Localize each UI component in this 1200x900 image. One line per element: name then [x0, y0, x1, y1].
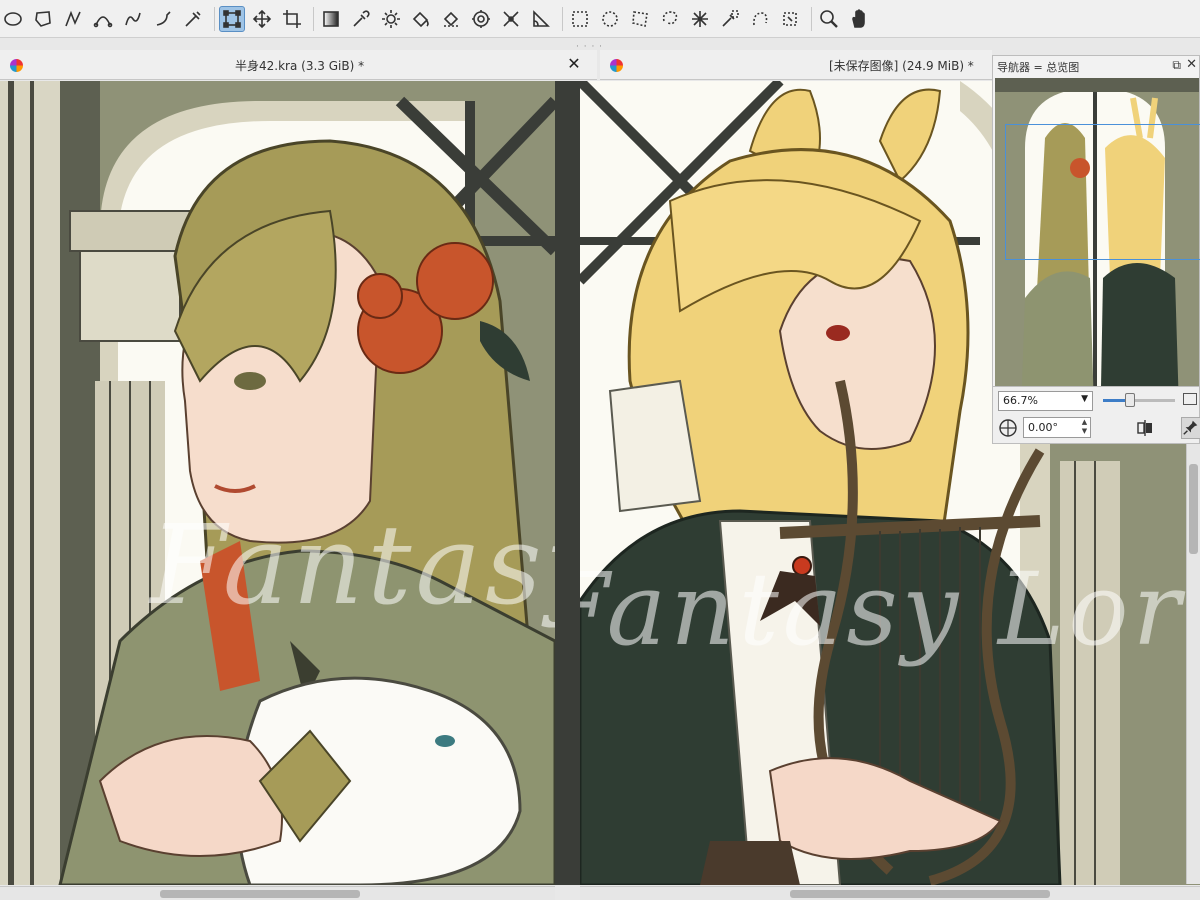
zoom-level-value: 66.7%	[1003, 394, 1038, 407]
toolbar-separator	[214, 6, 215, 31]
crop-tool-button[interactable]	[279, 6, 305, 32]
ellipse-tool-button[interactable]	[0, 6, 26, 32]
krita-logo-icon	[10, 59, 23, 72]
assistant-tool-button[interactable]	[468, 6, 494, 32]
magnetic-selection-button[interactable]	[777, 6, 803, 32]
similar-color-selection-icon	[722, 9, 739, 27]
freehand-path-tool-icon	[125, 12, 141, 25]
fill-tool-button[interactable]	[408, 6, 434, 32]
dynamic-brush-tool-icon	[156, 10, 171, 26]
multibrush-tool-button[interactable]	[180, 6, 206, 32]
measure-tool-button[interactable]	[498, 6, 524, 32]
navigator-docker: 导航器 = 总览图 ⧉ ✕	[992, 55, 1200, 443]
enclosed-fill-tool-button[interactable]	[438, 6, 464, 32]
toolbar-separator	[811, 6, 812, 31]
toolbar-separator	[562, 6, 563, 31]
scrollbar-thumb[interactable]	[1189, 464, 1198, 554]
zoom-level-select[interactable]: 66.7% ▼	[998, 391, 1093, 411]
zoom-tool-icon	[820, 9, 838, 28]
canvas-left[interactable]: Fantasy Lore	[0, 81, 555, 885]
rotation-icon	[999, 419, 1017, 437]
dynamic-brush-tool-button[interactable]	[150, 6, 176, 32]
crop-tool-icon	[283, 9, 301, 28]
zoom-slider[interactable]	[1103, 393, 1175, 407]
polygon-tool-icon	[35, 10, 51, 27]
ellipse-tool-icon	[4, 11, 22, 26]
similar-color-selection-button[interactable]	[717, 6, 743, 32]
smart-patch-tool-icon	[382, 9, 400, 28]
pan-tool-button[interactable]	[846, 6, 872, 32]
freehand-selection-icon	[662, 10, 678, 24]
gradient-tool-icon	[323, 10, 339, 27]
zoom-tool-button[interactable]	[816, 6, 842, 32]
elliptical-selection-icon	[602, 10, 618, 27]
transform-tool-icon	[223, 9, 241, 28]
contiguous-selection-button[interactable]	[687, 6, 713, 32]
bezier-curve-tool-icon	[93, 15, 113, 27]
polygonal-selection-button[interactable]	[627, 6, 653, 32]
fill-tool-icon	[412, 11, 429, 27]
enclosed-fill-tool-icon	[443, 11, 459, 27]
pan-tool-icon	[852, 8, 865, 28]
document-tab-left[interactable]: 半身42.kra (3.3 GiB) * ✕	[0, 50, 597, 80]
horizontal-scrollbar-right[interactable]	[580, 886, 1200, 900]
bezier-selection-icon	[753, 11, 768, 25]
zoom-slider-handle[interactable]	[1125, 393, 1136, 407]
assistant-tool-icon	[472, 9, 490, 28]
close-docker-button[interactable]: ✕	[1186, 57, 1197, 72]
freehand-path-tool-button[interactable]	[120, 6, 146, 32]
magnetic-selection-icon	[783, 11, 797, 26]
document-tab-title: 半身42.kra (3.3 GiB) *	[235, 59, 365, 73]
color-picker-tool-button[interactable]	[348, 6, 374, 32]
watermark-text-right: Fantasy Lore	[580, 551, 1200, 668]
chevron-down-icon: ▼	[1081, 394, 1088, 404]
color-picker-tool-icon	[353, 9, 370, 27]
measure-tool-icon	[503, 10, 519, 27]
artwork-left	[0, 81, 555, 885]
rectangular-selection-button[interactable]	[567, 6, 593, 32]
rectangular-selection-icon	[572, 10, 588, 27]
polygon-tool-button[interactable]	[30, 6, 56, 32]
krita-logo-icon	[610, 59, 623, 72]
bezier-selection-button[interactable]	[747, 6, 773, 32]
reference-pin-icon	[533, 9, 550, 27]
rotation-spinbox-arrows[interactable]: ▲ ▼	[1079, 418, 1090, 437]
navigator-viewport-rect[interactable]	[1005, 124, 1200, 260]
contiguous-selection-icon	[692, 10, 708, 27]
move-tool-icon	[252, 9, 272, 28]
bezier-curve-tool-button[interactable]	[90, 6, 116, 32]
fit-to-view-icon[interactable]	[1183, 393, 1197, 405]
smart-patch-tool-button[interactable]	[378, 6, 404, 32]
mirror-view-icon[interactable]	[1136, 419, 1154, 437]
navigator-title: 导航器 = 总览图	[997, 61, 1080, 74]
toolbox-bar	[0, 0, 1200, 38]
vertical-scrollbar[interactable]	[1186, 444, 1200, 884]
document-tab-right[interactable]: [未保存图像] (24.9 MiB) *	[600, 50, 992, 80]
close-tab-button[interactable]: ✕	[565, 55, 583, 73]
document-tab-title: [未保存图像] (24.9 MiB) *	[829, 59, 974, 73]
watermark-text: Fantasy Lore	[150, 501, 555, 629]
move-tool-button[interactable]	[249, 6, 275, 32]
transform-tool-button[interactable]	[219, 5, 245, 32]
view-divider	[555, 81, 580, 885]
scrollbar-thumb[interactable]	[160, 890, 360, 898]
navigator-controls: 66.7% ▼ 0.00° ▲ ▼	[992, 386, 1200, 444]
toolbar-separator	[313, 6, 314, 31]
scrollbar-thumb[interactable]	[790, 890, 1050, 898]
float-docker-button[interactable]: ⧉	[1172, 58, 1181, 73]
elliptical-selection-button[interactable]	[597, 6, 623, 32]
polygonal-selection-icon	[632, 10, 648, 27]
polyline-tool-icon	[65, 10, 81, 26]
polyline-tool-button[interactable]	[60, 6, 86, 32]
horizontal-scrollbar-left[interactable]	[0, 886, 555, 900]
multibrush-tool-icon	[185, 10, 201, 27]
gradient-tool-button[interactable]	[318, 6, 344, 32]
pin-icon[interactable]	[1181, 417, 1200, 439]
reference-pin-button[interactable]	[528, 6, 554, 32]
freehand-selection-button[interactable]	[657, 6, 683, 32]
